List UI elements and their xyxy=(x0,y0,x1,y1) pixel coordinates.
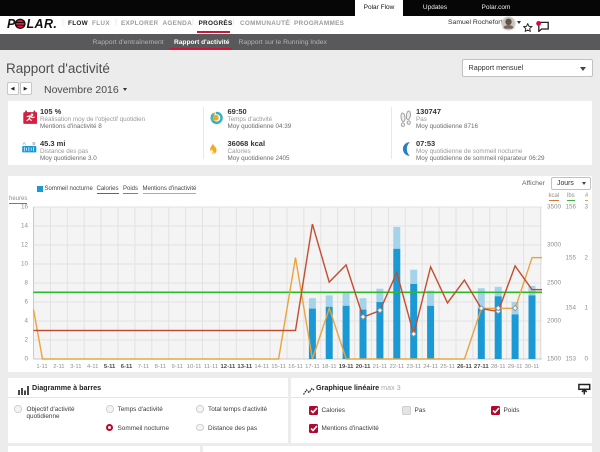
svg-text:A: A xyxy=(23,141,27,147)
svg-text:B: B xyxy=(32,141,35,147)
svg-text:LAR.: LAR. xyxy=(27,17,58,31)
svg-text:P: P xyxy=(7,17,16,31)
